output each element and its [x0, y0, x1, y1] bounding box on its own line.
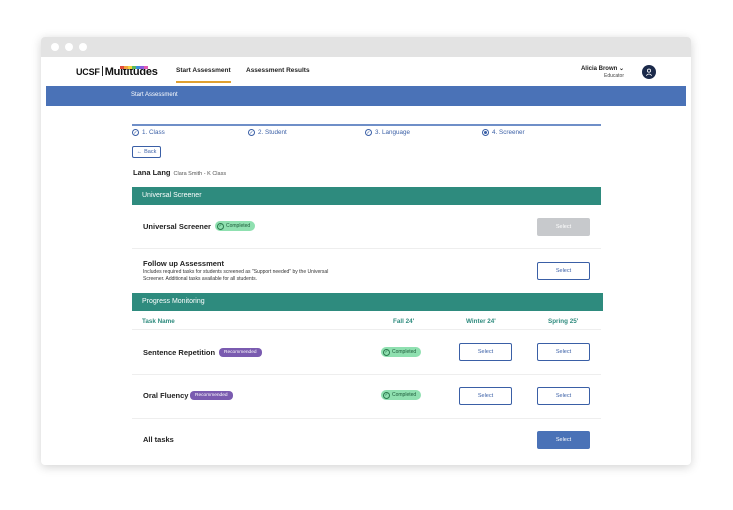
all-tasks-label: All tasks — [143, 435, 174, 444]
check-circle-icon: ✓ — [365, 129, 372, 136]
step-class[interactable]: ✓ 1. Class — [132, 129, 165, 136]
column-header-spring: Spring 25' — [548, 318, 579, 325]
followup-title: Follow up Assessment — [143, 259, 224, 268]
divider — [132, 418, 601, 419]
browser-window: UCSF Multitudes Start Assessment Assessme… — [41, 37, 691, 465]
status-label: Completed — [392, 349, 417, 355]
followup-select-button[interactable]: Select — [537, 262, 590, 280]
progress-monitoring-section: Progress Monitoring — [132, 293, 603, 311]
divider — [132, 248, 601, 249]
step-label: 2. Student — [258, 129, 287, 136]
status-badge: ✓ Completed — [381, 390, 422, 400]
back-label: Back — [144, 149, 157, 155]
window-titlebar — [41, 37, 691, 57]
user-icon — [645, 68, 653, 76]
student-name: Lana Lang — [133, 168, 171, 177]
user-name: Alicia Brown — [580, 66, 618, 72]
status-label: Completed — [392, 392, 417, 398]
chevron-down-icon: ⌄ — [618, 66, 624, 72]
step-label: 3. Language — [375, 129, 411, 136]
banner-title: Start Assessment — [131, 92, 178, 98]
back-button[interactable]: ← Back — [132, 146, 161, 158]
window-dot-icon[interactable] — [79, 43, 87, 51]
arrow-left-icon: ← — [136, 149, 143, 155]
avatar[interactable] — [642, 65, 656, 79]
divider — [132, 374, 601, 375]
universal-select-button[interactable]: Select — [537, 218, 590, 236]
universal-screener-section: Universal Screener — [132, 187, 601, 205]
step-screener[interactable]: 4. Screener — [482, 129, 525, 136]
spring-select-button[interactable]: Select — [537, 343, 590, 361]
tab-start-assessment[interactable]: Start Assessment — [176, 67, 231, 83]
step-label: 4. Screener — [492, 129, 525, 136]
column-header-winter: Winter 24' — [466, 318, 496, 325]
stepper-progress-line — [132, 124, 601, 126]
task-name: Oral Fluency — [143, 391, 189, 400]
student-class: Clara Smith - K Class — [173, 171, 227, 177]
app-header: UCSF Multitudes Start Assessment Assessme… — [46, 60, 686, 84]
column-header-task: Task Name — [142, 318, 175, 325]
divider — [132, 329, 601, 330]
check-icon: ✓ — [217, 222, 224, 230]
recommended-badge: Recommended — [190, 391, 233, 400]
current-step-icon — [482, 129, 489, 136]
check-circle-icon: ✓ — [132, 129, 139, 136]
followup-description: Includes required tasks for students scr… — [143, 269, 329, 282]
spring-select-button[interactable]: Select — [537, 387, 590, 405]
step-label: 1. Class — [142, 129, 165, 136]
user-menu[interactable]: Alicia Brown ⌄ Educator — [581, 65, 624, 79]
tab-assessment-results[interactable]: Assessment Results — [246, 67, 310, 74]
step-student[interactable]: ✓ 2. Student — [248, 129, 287, 136]
logo-color-bar — [120, 66, 148, 69]
status-label: Completed — [226, 223, 251, 229]
user-role: Educator — [603, 73, 624, 79]
check-icon: ✓ — [383, 348, 390, 356]
check-icon: ✓ — [383, 391, 390, 399]
recommended-badge: Recommended — [219, 348, 262, 357]
winter-select-button[interactable]: Select — [459, 387, 512, 405]
logo-prefix: UCSF — [76, 67, 100, 77]
student-header: Lana Lang Clara Smith - K Class — [133, 168, 226, 177]
check-circle-icon: ✓ — [248, 129, 255, 136]
step-language[interactable]: ✓ 3. Language — [365, 129, 410, 136]
task-name: Sentence Repetition — [143, 348, 216, 357]
all-tasks-select-button[interactable]: Select — [537, 431, 590, 449]
winter-select-button[interactable]: Select — [459, 343, 512, 361]
logo-divider — [101, 66, 103, 76]
status-badge: ✓ Completed — [381, 347, 422, 357]
section-title: Progress Monitoring — [142, 298, 205, 305]
page-banner: Start Assessment — [46, 86, 686, 106]
status-badge: ✓ Completed — [215, 221, 256, 231]
column-header-fall: Fall 24' — [393, 318, 415, 325]
universal-screener-title: Universal Screener — [143, 222, 211, 231]
section-title: Universal Screener — [142, 192, 202, 199]
window-dot-icon[interactable] — [51, 43, 59, 51]
window-dot-icon[interactable] — [65, 43, 73, 51]
